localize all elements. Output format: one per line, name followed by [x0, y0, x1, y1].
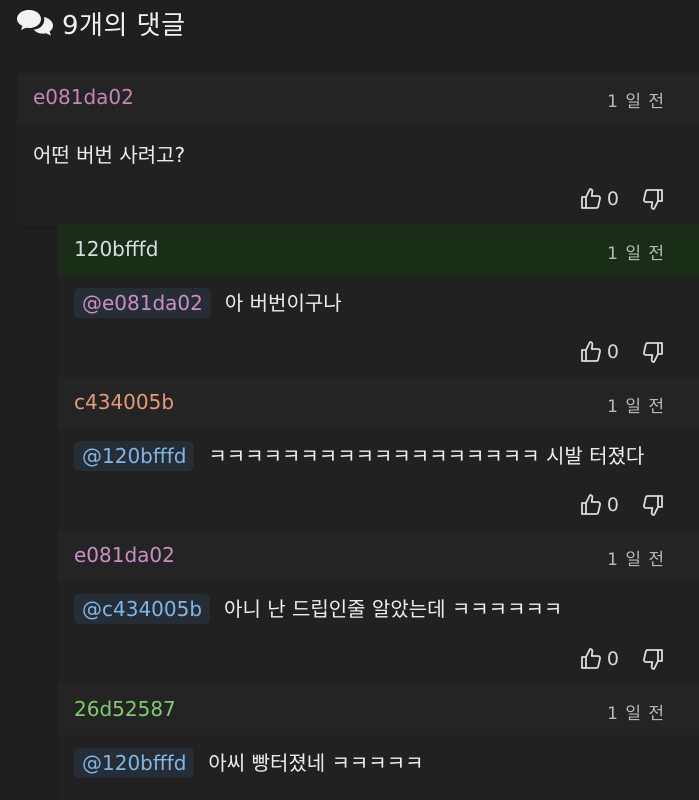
comment-header: 120bfffd 1 일 전	[58, 225, 699, 275]
mention-tag[interactable]: @e081da02	[74, 288, 211, 318]
reply-item: 26d52587 1 일 전 @120bfffd 아씨 빵터졌네 ㅋㅋㅋㅋㅋ	[58, 685, 699, 800]
comment-body: @120bfffd ㅋㅋㅋㅋㅋㅋㅋㅋㅋㅋㅋㅋㅋㅋㅋㅋㅋㅋ 시발 터졌다 0	[58, 428, 699, 531]
comment-time: 1 일 전	[607, 244, 665, 264]
thumbs-up-icon[interactable]	[579, 340, 603, 364]
reply-item: e081da02 1 일 전 @c434005b 아니 난 드립인줄 알았는데 ㅋ…	[58, 531, 699, 685]
like-count: 0	[606, 341, 619, 363]
comment-author[interactable]: 120bfffd	[74, 237, 158, 261]
comment-author[interactable]: 26d52587	[74, 697, 176, 721]
thumbs-up-icon[interactable]	[579, 647, 603, 671]
thumbs-down-icon[interactable]	[641, 493, 665, 517]
comment-header: 26d52587 1 일 전	[58, 685, 699, 735]
thumbs-up-icon[interactable]	[579, 493, 603, 517]
comment-time: 1 일 전	[607, 704, 665, 724]
comment-text-content: 아니 난 드립인줄 알았는데 ㅋㅋㅋㅋㅋㅋ	[224, 597, 563, 621]
like-count: 0	[606, 648, 619, 670]
comment-text-content: 아씨 빵터졌네 ㅋㅋㅋㅋㅋ	[208, 751, 424, 775]
comment-author[interactable]: c434005b	[74, 390, 174, 414]
comment-text: @c434005b 아니 난 드립인줄 알았는데 ㅋㅋㅋㅋㅋㅋ	[74, 593, 562, 624]
like-count: 0	[606, 494, 619, 516]
like-count: 0	[606, 188, 619, 210]
comment-body: @120bfffd 아씨 빵터졌네 ㅋㅋㅋㅋㅋ	[58, 735, 699, 800]
comment-author[interactable]: e081da02	[33, 85, 134, 109]
thumbs-down-icon[interactable]	[641, 647, 665, 671]
comment-body: 어떤 버번 사려고? 0	[17, 123, 699, 225]
mention-tag[interactable]: @120bfffd	[74, 441, 195, 471]
vote-bar: 0	[579, 340, 665, 364]
comment-text-content: 아 버번이구나	[224, 291, 342, 315]
comment-text: @120bfffd 아씨 빵터졌네 ㅋㅋㅋㅋㅋ	[74, 747, 424, 778]
comments-icon	[17, 10, 53, 36]
vote-bar: 0	[579, 187, 665, 211]
comment-item: e081da02 1 일 전 어떤 버번 사려고? 0	[17, 73, 699, 225]
thumbs-down-icon[interactable]	[641, 340, 665, 364]
comment-text: @120bfffd ㅋㅋㅋㅋㅋㅋㅋㅋㅋㅋㅋㅋㅋㅋㅋㅋㅋㅋ 시발 터졌다	[74, 440, 644, 471]
comment-body: @c434005b 아니 난 드립인줄 알았는데 ㅋㅋㅋㅋㅋㅋ 0	[58, 581, 699, 685]
comment-count-title: 9개의 댓글	[62, 10, 186, 41]
comment-text: @e081da02 아 버번이구나	[74, 287, 342, 318]
mention-tag[interactable]: @120bfffd	[74, 748, 195, 778]
comment-text-content: ㅋㅋㅋㅋㅋㅋㅋㅋㅋㅋㅋㅋㅋㅋㅋㅋㅋㅋ 시발 터졌다	[208, 444, 645, 468]
vote-bar: 0	[579, 647, 665, 671]
reply-item: 120bfffd 1 일 전 @e081da02 아 버번이구나 0	[58, 225, 699, 378]
vote-bar: 0	[579, 493, 665, 517]
thumbs-down-icon[interactable]	[641, 187, 665, 211]
comment-text: 어떤 버번 사려고?	[33, 143, 186, 167]
reply-item: c434005b 1 일 전 @120bfffd ㅋㅋㅋㅋㅋㅋㅋㅋㅋㅋㅋㅋㅋㅋㅋㅋ…	[58, 378, 699, 531]
comment-header: e081da02 1 일 전	[17, 73, 699, 123]
comments-header: 9개의 댓글	[16, 4, 186, 42]
comment-body: @e081da02 아 버번이구나 0	[58, 275, 699, 378]
thumbs-up-icon[interactable]	[579, 187, 603, 211]
comment-time: 1 일 전	[607, 92, 665, 112]
comment-header: c434005b 1 일 전	[58, 378, 699, 428]
comment-time: 1 일 전	[607, 397, 665, 417]
comment-time: 1 일 전	[607, 550, 665, 570]
comment-header: e081da02 1 일 전	[58, 531, 699, 581]
comment-author[interactable]: e081da02	[74, 543, 175, 567]
mention-tag[interactable]: @c434005b	[74, 594, 211, 624]
